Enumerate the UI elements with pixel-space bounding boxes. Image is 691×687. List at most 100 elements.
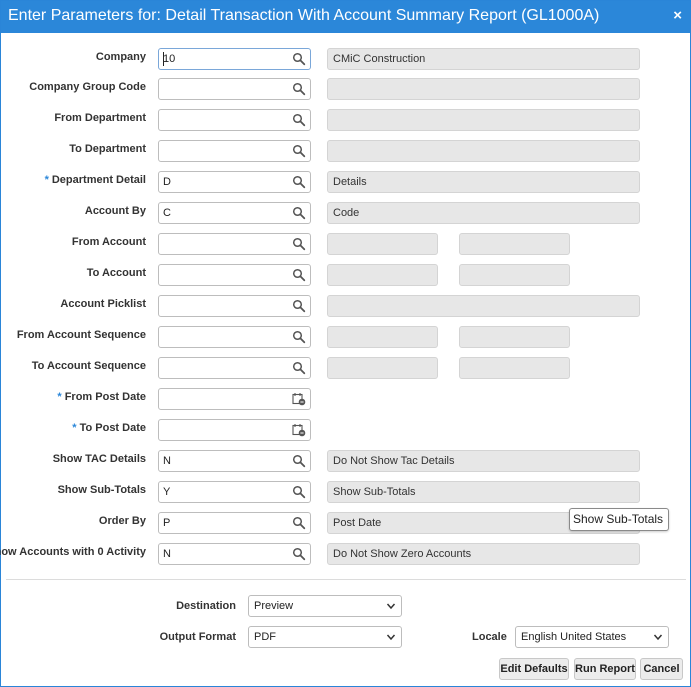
department-detail-description-text: Details xyxy=(333,176,367,188)
account-by-description: Code xyxy=(327,202,640,224)
destination-select[interactable]: Preview xyxy=(248,595,402,617)
from-account-description-2 xyxy=(459,233,570,255)
company-input[interactable]: 10 xyxy=(158,48,311,70)
calendar-icon[interactable] xyxy=(292,423,306,437)
order-by-input[interactable]: P xyxy=(158,512,311,534)
department-detail-row: * Department Detail D Details xyxy=(1,171,690,193)
required-marker: * xyxy=(44,174,49,186)
destination-label: Destination xyxy=(176,600,236,612)
from-account-sequence-description xyxy=(327,326,438,348)
from-account-description xyxy=(327,233,438,255)
to-account-description xyxy=(327,264,438,286)
magnifier-icon[interactable] xyxy=(292,516,306,530)
magnifier-icon[interactable] xyxy=(292,113,306,127)
to-post-date-label: * To Post Date xyxy=(72,422,146,434)
magnifier-icon[interactable] xyxy=(292,175,306,189)
output-format-select[interactable]: PDF xyxy=(248,626,402,648)
from-account-sequence-label: From Account Sequence xyxy=(16,329,146,341)
show-sub-totals-description-text: Show Sub-Totals xyxy=(333,486,416,498)
calendar-icon[interactable] xyxy=(292,392,306,406)
show-accounts-zero-input[interactable]: N xyxy=(158,543,311,565)
run-report-button[interactable]: Run Report xyxy=(574,658,636,680)
close-icon[interactable]: × xyxy=(673,7,682,24)
show-accounts-zero-row: Show Accounts with 0 Activity N Do Not S… xyxy=(0,543,690,565)
account-picklist-input[interactable] xyxy=(158,295,311,317)
company-label: Company xyxy=(95,51,146,63)
order-by-value: P xyxy=(163,517,171,529)
show-tac-details-description-text: Do Not Show Tac Details xyxy=(333,455,455,467)
magnifier-icon[interactable] xyxy=(292,52,306,66)
company-group-code-description xyxy=(327,78,640,100)
to-department-input[interactable] xyxy=(158,140,311,162)
from-post-date-label: * From Post Date xyxy=(57,391,146,403)
chevron-down-icon xyxy=(386,601,396,611)
to-account-row: To Account xyxy=(1,264,690,286)
account-picklist-row: Account Picklist xyxy=(1,295,690,317)
company-description-text: CMiC Construction xyxy=(333,53,426,65)
company-group-code-label: Company Group Code xyxy=(29,81,146,93)
to-account-label: To Account xyxy=(86,267,146,279)
magnifier-icon[interactable] xyxy=(292,547,306,561)
account-picklist-label: Account Picklist xyxy=(60,298,146,310)
magnifier-icon[interactable] xyxy=(292,485,306,499)
show-sub-totals-value: Y xyxy=(163,486,171,498)
show-accounts-zero-value: N xyxy=(163,548,171,560)
required-marker: * xyxy=(57,391,62,403)
to-department-label: To Department xyxy=(69,143,146,155)
from-department-label: From Department xyxy=(54,112,146,124)
account-by-row: Account By C Code xyxy=(1,202,690,224)
department-detail-value: D xyxy=(163,176,171,188)
chevron-down-icon xyxy=(386,632,396,642)
show-sub-totals-description: Show Sub-Totals xyxy=(327,481,640,503)
edit-defaults-button[interactable]: Edit Defaults xyxy=(499,658,569,680)
show-accounts-zero-label: Show Accounts with 0 Activity xyxy=(0,546,146,558)
show-sub-totals-row: Show Sub-Totals Y Show Sub-Totals xyxy=(1,481,690,503)
magnifier-icon[interactable] xyxy=(292,206,306,220)
magnifier-icon[interactable] xyxy=(292,361,306,375)
to-department-row: To Department xyxy=(1,140,690,162)
account-by-label: Account By xyxy=(84,205,146,217)
from-account-sequence-row: From Account Sequence xyxy=(1,326,690,348)
to-account-sequence-label: To Account Sequence xyxy=(31,360,146,372)
to-post-date-input[interactable] xyxy=(158,419,311,441)
cancel-button[interactable]: Cancel xyxy=(640,658,683,680)
from-department-row: From Department xyxy=(1,109,690,131)
dialog-titlebar: Enter Parameters for: Detail Transaction… xyxy=(1,1,690,33)
show-tac-details-input[interactable]: N xyxy=(158,450,311,472)
company-value: 10 xyxy=(163,53,176,65)
magnifier-icon[interactable] xyxy=(292,237,306,251)
locale-value: English United States xyxy=(521,631,627,643)
locale-select[interactable]: English United States xyxy=(515,626,669,648)
account-by-value: C xyxy=(163,207,171,219)
tooltip: Show Sub-Totals xyxy=(569,508,669,531)
company-group-code-input[interactable] xyxy=(158,78,311,100)
show-tac-details-label: Show TAC Details xyxy=(52,453,146,465)
from-account-sequence-input[interactable] xyxy=(158,326,311,348)
to-account-input[interactable] xyxy=(158,264,311,286)
magnifier-icon[interactable] xyxy=(292,82,306,96)
show-accounts-zero-description-text: Do Not Show Zero Accounts xyxy=(333,548,472,560)
from-department-description xyxy=(327,109,640,131)
magnifier-icon[interactable] xyxy=(292,268,306,282)
show-sub-totals-input[interactable]: Y xyxy=(158,481,311,503)
account-by-description-text: Code xyxy=(333,207,360,219)
account-by-input[interactable]: C xyxy=(158,202,311,224)
from-account-label: From Account xyxy=(71,236,146,248)
from-post-date-input[interactable] xyxy=(158,388,311,410)
to-department-description xyxy=(327,140,640,162)
department-detail-input[interactable]: D xyxy=(158,171,311,193)
to-account-description-2 xyxy=(459,264,570,286)
dialog-title: Enter Parameters for: Detail Transaction… xyxy=(8,7,600,24)
from-account-row: From Account xyxy=(1,233,690,255)
magnifier-icon[interactable] xyxy=(292,330,306,344)
magnifier-icon[interactable] xyxy=(292,299,306,313)
magnifier-icon[interactable] xyxy=(292,144,306,158)
to-account-sequence-row: To Account Sequence xyxy=(1,357,690,379)
department-detail-label-text: Department Detail xyxy=(51,174,146,186)
to-post-date-row: * To Post Date xyxy=(1,419,690,441)
department-detail-description: Details xyxy=(327,171,640,193)
from-account-input[interactable] xyxy=(158,233,311,255)
from-department-input[interactable] xyxy=(158,109,311,131)
to-account-sequence-input[interactable] xyxy=(158,357,311,379)
magnifier-icon[interactable] xyxy=(292,454,306,468)
